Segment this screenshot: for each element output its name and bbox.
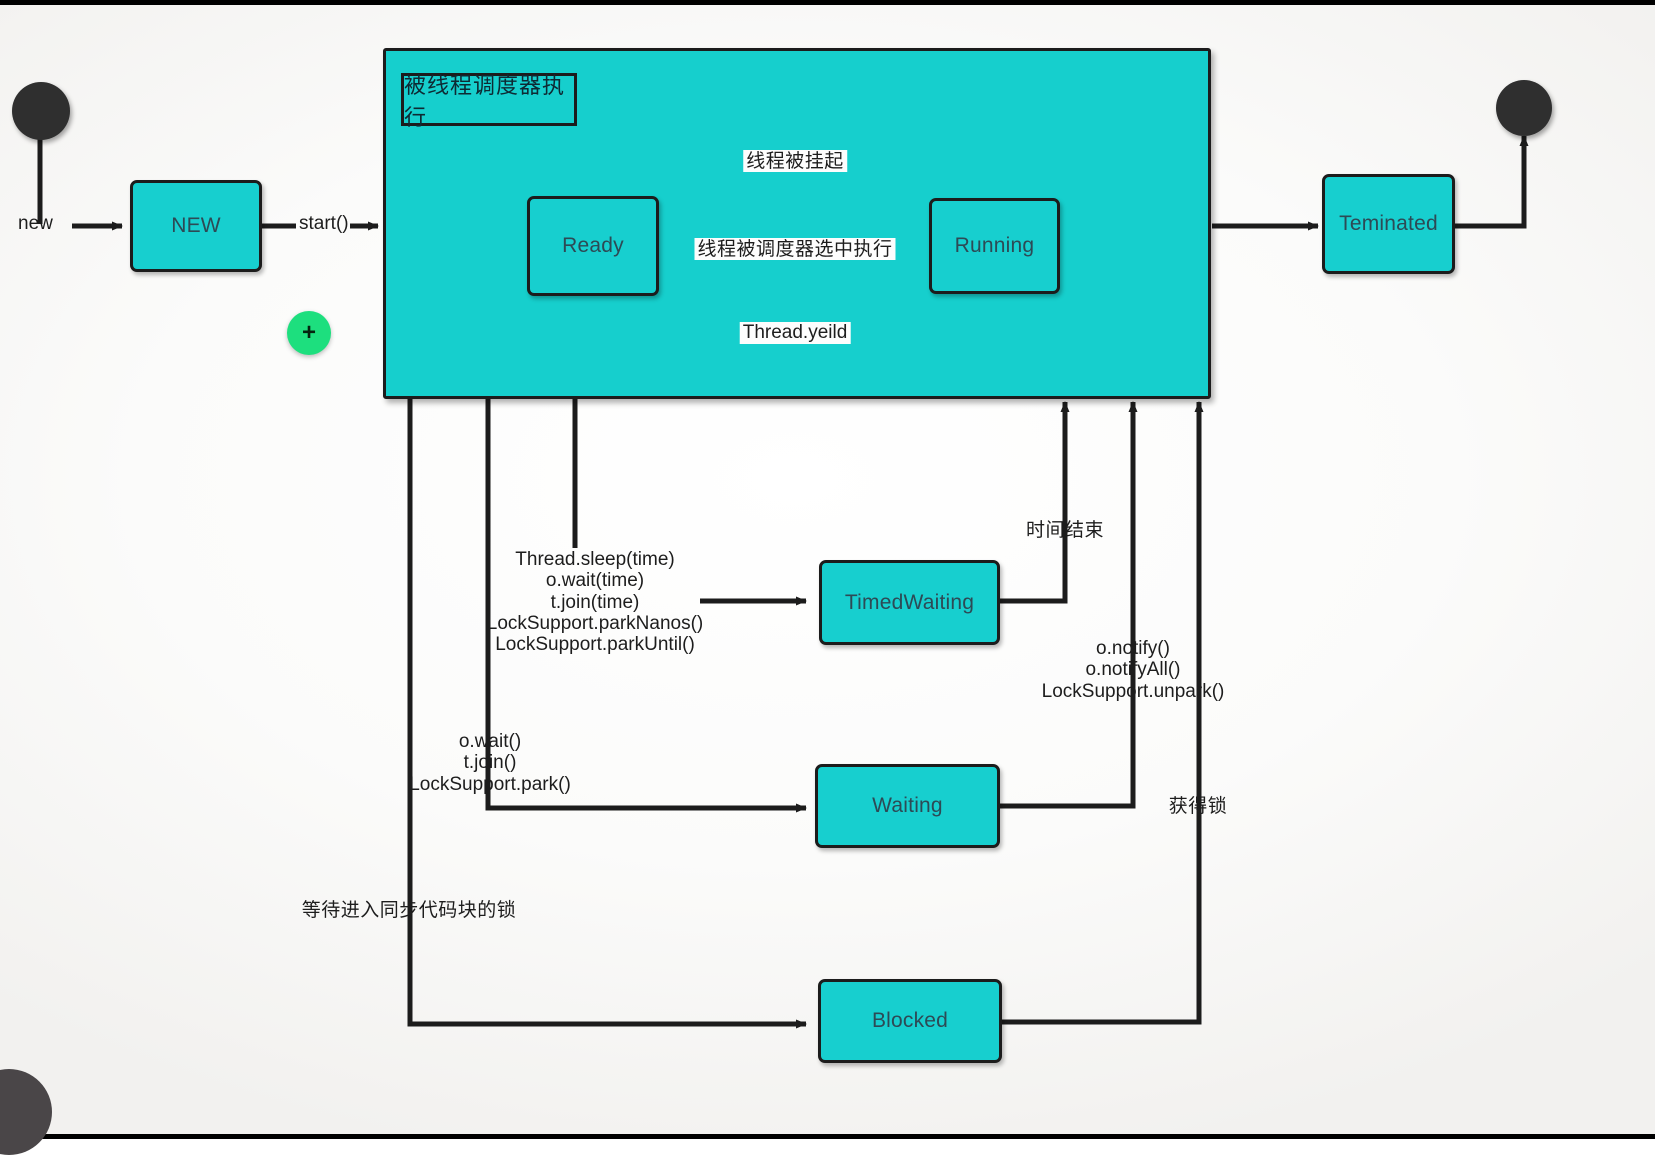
panel-title: 被线程调度器执行 <box>401 73 577 131</box>
edge-label-new: new <box>18 213 53 234</box>
edge-label-acquire-lock: 获得锁 <box>1168 795 1228 817</box>
node-timed-waiting[interactable]: TimedWaiting <box>819 560 1000 645</box>
edge-label-yield: Thread.yeild <box>739 322 851 345</box>
edge-label-to-timed-waiting: Thread.sleep(time) o.wait(time) t.join(t… <box>486 549 704 656</box>
diagram-canvas: 被线程调度器执行 NEW Ready Running Teminated Tim… <box>0 0 1655 1155</box>
node-blocked[interactable]: Blocked <box>818 979 1002 1063</box>
node-new[interactable]: NEW <box>130 180 262 272</box>
node-ready[interactable]: Ready <box>527 196 659 296</box>
wire-terminated-to-end <box>1455 135 1529 229</box>
edge-label-time-over: 时间结束 <box>1025 519 1105 541</box>
wire-blocked-back <box>1002 401 1204 1025</box>
plus-icon: + <box>301 319 316 346</box>
edge-label-to-waiting: o.wait() t.join() LockSupport.park() <box>409 731 571 795</box>
wire-timedwaiting-back <box>1000 401 1070 604</box>
node-terminated[interactable]: Teminated <box>1322 174 1455 274</box>
node-running[interactable]: Running <box>929 198 1060 294</box>
end-state-node <box>1496 80 1552 136</box>
edge-label-suspended: 线程被挂起 <box>743 150 847 173</box>
wire-panel-down-blocked <box>407 399 807 1029</box>
edge-label-start: start() <box>299 213 349 234</box>
node-waiting[interactable]: Waiting <box>815 764 1000 848</box>
edge-label-notify-group: o.notify() o.notifyAll() LockSupport.unp… <box>1041 638 1225 702</box>
start-state-node <box>12 82 70 140</box>
edge-label-to-blocked: 等待进入同步代码块的锁 <box>301 899 517 921</box>
add-node-button[interactable]: + <box>287 311 331 355</box>
edge-label-scheduled: 线程被调度器选中执行 <box>694 238 896 261</box>
